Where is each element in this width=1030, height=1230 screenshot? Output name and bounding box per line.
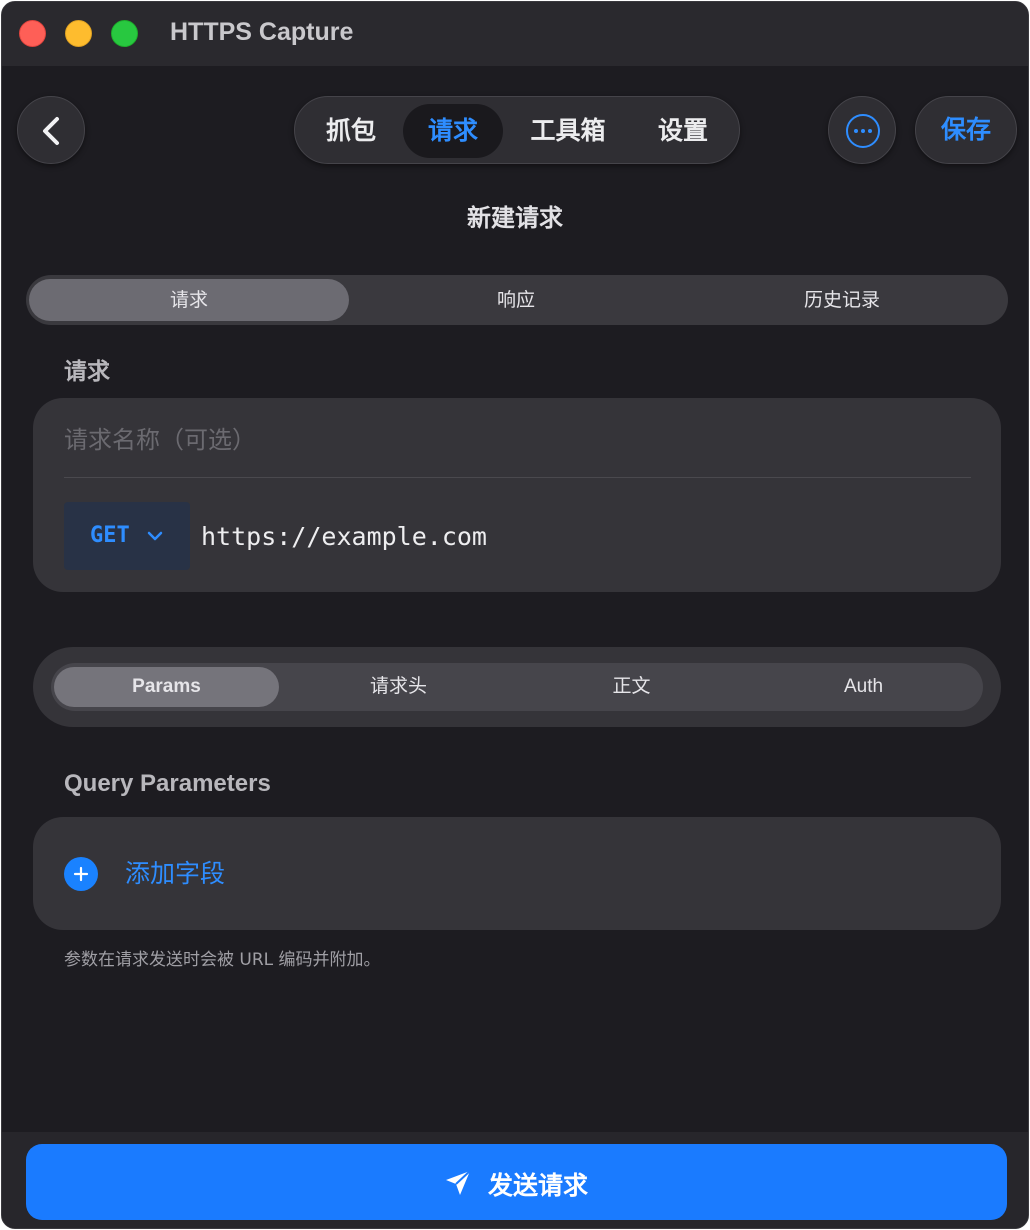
query-parameters-label: Query Parameters: [64, 770, 271, 797]
segment-request[interactable]: 请求: [29, 279, 349, 321]
request-card: GET: [33, 398, 1001, 592]
tab-toolbox[interactable]: 工具箱: [513, 104, 623, 158]
method-label: GET: [90, 523, 130, 548]
chevron-left-icon: [43, 117, 59, 145]
title-bar: HTTPS Capture: [2, 2, 1028, 66]
page-title: 新建请求: [467, 204, 563, 232]
main-segmented-control: 请求 响应 历史记录: [26, 275, 1008, 325]
sub-segmented-control: Params 请求头 正文 Auth: [51, 663, 983, 711]
plus-circle-icon[interactable]: [64, 857, 98, 891]
sub-tab-auth[interactable]: Auth: [751, 667, 976, 707]
chevron-down-icon: [147, 531, 163, 541]
url-input[interactable]: [201, 514, 961, 558]
paperplane-icon: [446, 1170, 471, 1195]
app-window: HTTPS Capture 抓包 请求 工具箱 设置 保存 新建请求 请求 响应…: [1, 1, 1029, 1229]
tab-capture[interactable]: 抓包: [309, 104, 393, 158]
ellipsis-circle-icon: [846, 114, 880, 148]
back-button[interactable]: [17, 96, 85, 164]
segment-history[interactable]: 历史记录: [682, 279, 1002, 321]
method-picker[interactable]: GET: [64, 502, 190, 570]
send-request-label: 发送请求: [488, 1171, 589, 1200]
params-hint: 参数在请求发送时会被 URL 编码并附加。: [64, 950, 381, 970]
tab-settings[interactable]: 设置: [633, 104, 733, 158]
send-request-button[interactable]: 发送请求: [26, 1144, 1007, 1220]
request-name-input[interactable]: [64, 420, 964, 460]
minimize-window-button[interactable]: [65, 20, 92, 47]
main-nav: 抓包 请求 工具箱 设置: [294, 96, 740, 164]
segment-response[interactable]: 响应: [356, 279, 676, 321]
close-window-button[interactable]: [19, 20, 46, 47]
tab-request[interactable]: 请求: [403, 104, 503, 158]
bottom-bar: 发送请求: [2, 1132, 1028, 1228]
window-title: HTTPS Capture: [170, 18, 354, 46]
sub-tab-body[interactable]: 正文: [519, 667, 744, 707]
sub-tab-params[interactable]: Params: [54, 667, 279, 707]
zoom-window-button[interactable]: [111, 20, 138, 47]
add-field-button[interactable]: 添加字段: [125, 857, 225, 891]
sub-tab-headers[interactable]: 请求头: [286, 667, 511, 707]
params-card: 添加字段: [33, 817, 1001, 930]
more-button[interactable]: [828, 96, 896, 164]
request-section-label: 请求: [64, 359, 110, 385]
sub-tabs-container: Params 请求头 正文 Auth: [33, 647, 1001, 727]
save-button[interactable]: 保存: [915, 96, 1017, 164]
divider: [64, 477, 971, 478]
